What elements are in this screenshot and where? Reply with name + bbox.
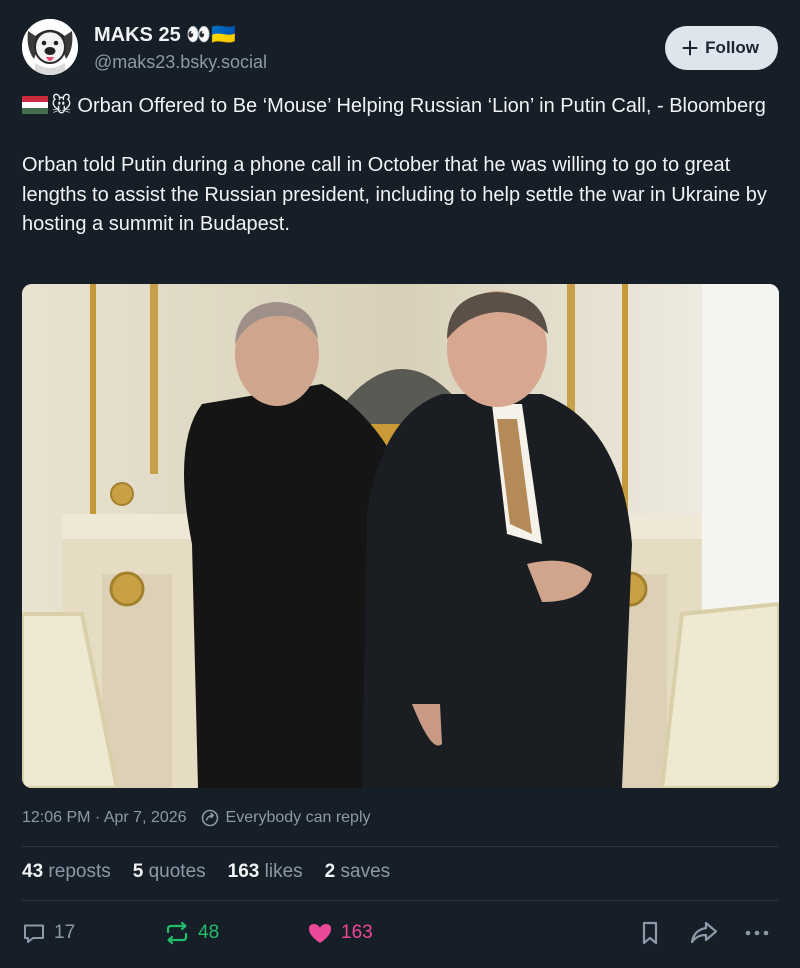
follow-label: Follow (705, 38, 759, 57)
reposts-label: reposts (48, 861, 111, 882)
divider-bottom (22, 900, 778, 901)
quotes-label: quotes (148, 861, 206, 882)
quotes-count: 5 (132, 861, 144, 882)
mouse-emoji: 🐭 (51, 95, 72, 117)
likes-stat[interactable]: 163 likes (228, 861, 303, 883)
saves-count: 2 (324, 861, 336, 882)
post-text: 🐭 Orban Offered to Be ‘Mouse’ Helping Ru… (22, 92, 782, 240)
post-body: Orban told Putin during a phone call in … (22, 154, 773, 235)
author-display-name[interactable]: MAKS 25 👀🇺🇦 (94, 22, 267, 48)
author-info[interactable]: MAKS 25 👀🇺🇦 @maks23.bsky.social (94, 22, 267, 75)
putin-and-orban-photo (22, 284, 779, 788)
like-button[interactable]: 163 (307, 915, 373, 951)
share-arrow-icon (690, 921, 718, 944)
post-meta: 12:06 PM · Apr 7, 2026 Everybody can rep… (22, 809, 371, 827)
more-options-button[interactable] (744, 915, 770, 951)
repost-icon (166, 921, 188, 945)
heart-filled-icon (309, 924, 331, 943)
repost-count: 48 (198, 922, 220, 943)
divider-top (22, 846, 778, 847)
bookmark-button[interactable] (638, 915, 662, 951)
saves-stat[interactable]: 2 saves (325, 861, 391, 883)
saves-label: saves (340, 861, 391, 882)
reply-bubble-icon (24, 924, 44, 943)
bookmark-icon (642, 921, 658, 945)
post-title: Orban Offered to Be ‘Mouse’ Helping Russ… (71, 95, 766, 117)
hungary-flag-icon (22, 96, 48, 114)
reply-button[interactable]: 17 (22, 915, 75, 951)
plus-icon (682, 40, 698, 56)
post-image[interactable] (22, 284, 779, 788)
reply-setting-label: Everybody can reply (225, 809, 371, 826)
more-dots-icon (745, 930, 769, 936)
post-actions: 17 48 163 (22, 915, 778, 951)
author-avatar[interactable] (22, 19, 78, 75)
reposts-count: 43 (22, 861, 44, 882)
author-handle[interactable]: @maks23.bsky.social (94, 49, 267, 75)
repost-button[interactable]: 48 (164, 915, 219, 951)
reply-setting: Everybody can reply (201, 809, 371, 827)
reposts-stat[interactable]: 43 reposts (22, 861, 111, 883)
quotes-stat[interactable]: 5 quotes (133, 861, 206, 883)
reply-count: 17 (54, 922, 76, 943)
likes-count: 163 (227, 861, 260, 882)
cartoon-dog-avatar-icon (22, 19, 78, 75)
engagement-stats: 43 reposts 5 quotes 163 likes 2 saves (22, 861, 390, 883)
follow-button[interactable]: Follow (665, 26, 778, 70)
share-button[interactable] (689, 915, 719, 951)
post-timestamp[interactable]: 12:06 PM · Apr 7, 2026 (22, 809, 187, 827)
globe-reply-icon (201, 809, 218, 827)
like-count: 163 (341, 922, 373, 943)
likes-label: likes (264, 861, 303, 882)
